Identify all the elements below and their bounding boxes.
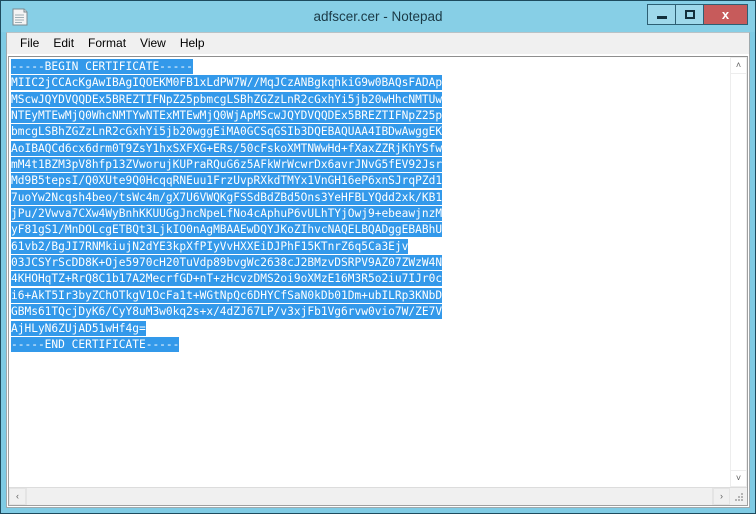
- text-line: 7uoYw2Ncqsh4beo/tsWc4m/gX7U6VWQKgFSSdBdZ…: [11, 189, 729, 206]
- maximize-icon: [684, 10, 695, 19]
- selected-text: bmcgLSBhZGZzLnR2cGxhYi5jb20wggEiMA0GCSqG…: [11, 124, 443, 140]
- horizontal-scrollbar-track[interactable]: [26, 488, 713, 505]
- selected-text: -----END CERTIFICATE-----: [11, 336, 180, 352]
- selected-text: AoIBAQCd6cx6drm0T9ZsY1hxSXFXG+ERs/50cFsk…: [11, 140, 443, 156]
- editor-region: -----BEGIN CERTIFICATE----- MIIC2jCCAcKgA…: [8, 56, 748, 506]
- window-client-area: File Edit Format View Help -----BEGIN CE…: [6, 32, 750, 508]
- text-line: bmcgLSBhZGZzLnR2cGxhYi5jb20wggEiMA0GCSqG…: [11, 124, 729, 140]
- scroll-down-button[interactable]: ˅: [730, 470, 747, 487]
- window-title: adfscer.cer - Notepad: [313, 9, 443, 24]
- resize-grip[interactable]: [730, 488, 747, 505]
- text-line: mM4t1BZM3pV8hfp13ZVworujKUPraRQuG6z5AFkW…: [11, 157, 729, 173]
- maximize-button[interactable]: [675, 4, 704, 25]
- vertical-scrollbar[interactable]: ˄ ˅: [729, 57, 747, 487]
- vertical-scrollbar-track[interactable]: [730, 74, 747, 470]
- close-button[interactable]: x: [703, 4, 748, 25]
- selected-text: Md9B5tepsI/Q0XUte9Q0HcqqRNEuu1FrzUvpRXkd…: [11, 173, 443, 189]
- text-line: GBMs61TQcjDyK6/CyY8uM3w0kq2s+x/4dZJ67LP/…: [11, 304, 729, 320]
- scroll-left-button[interactable]: ‹: [9, 488, 26, 505]
- selected-text: MScwJQYDVQQDEx5BREZTIFNpZ25pbmcgLSBhZGZz…: [11, 91, 443, 107]
- selected-text: 61vb2/BgJI7RNMkiujN2dYE3kpXfPIyVvHXXEiDJ…: [11, 238, 409, 254]
- notepad-document-icon: [12, 8, 28, 26]
- text-line: MIIC2jCCAcKgAwIBAgIQOEKM0FB1xLdPW7W//MqJ…: [11, 75, 729, 91]
- selected-text: 7uoYw2Ncqsh4beo/tsWc4m/gX7U6VWQKgFSSdBdZ…: [11, 189, 443, 205]
- selected-text: AjHLyN6ZUjAD51wHf4g=: [11, 320, 146, 336]
- selected-text: MIIC2jCCAcKgAwIBAgIQOEKM0FB1xLdPW7W//MqJ…: [11, 75, 443, 91]
- notepad-window: adfscer.cer - Notepad x File Edit Format…: [0, 0, 756, 514]
- selected-text: GBMs61TQcjDyK6/CyY8uM3w0kq2s+x/4dZJ67LP/…: [11, 304, 443, 320]
- text-line: -----END CERTIFICATE-----: [11, 336, 729, 353]
- text-line: jPu/2Vwva7CXw4WyBnhKKUUGgJncNpeLfNo4cAph…: [11, 206, 729, 222]
- text-line: AoIBAQCd6cx6drm0T9ZsY1hxSXFXG+ERs/50cFsk…: [11, 140, 729, 157]
- selected-text: NTEyMTEwMjQ0WhcNMTYwNTExMTEwMjQ0WjApMScw…: [11, 108, 443, 124]
- text-line: Md9B5tepsI/Q0XUte9Q0HcqqRNEuu1FrzUvpRXkd…: [11, 173, 729, 189]
- caption-button-group: x: [647, 4, 748, 26]
- text-line: 03JCSYrScDD8K+Oje5970cH20TuVdp89bvgWc263…: [11, 255, 729, 271]
- text-line: -----BEGIN CERTIFICATE-----: [11, 59, 729, 75]
- horizontal-scrollbar[interactable]: ‹ ›: [9, 487, 747, 505]
- selected-text: i6+AkT5Ir3byZChOTkgV1OcFa1t+WGtNpQc6DHYC…: [11, 287, 443, 303]
- scroll-right-button[interactable]: ›: [713, 488, 730, 505]
- minimize-icon: [656, 16, 667, 19]
- menu-bar: File Edit Format View Help: [7, 33, 749, 55]
- text-line: MScwJQYDVQQDEx5BREZTIFNpZ25pbmcgLSBhZGZz…: [11, 91, 729, 108]
- menu-item-edit[interactable]: Edit: [46, 34, 81, 53]
- selected-text: mM4t1BZM3pV8hfp13ZVworujKUPraRQuG6z5AFkW…: [11, 157, 443, 173]
- text-line: AjHLyN6ZUjAD51wHf4g=: [11, 320, 729, 337]
- menu-item-format[interactable]: Format: [81, 34, 133, 53]
- close-icon: x: [721, 7, 730, 22]
- editor-row: -----BEGIN CERTIFICATE----- MIIC2jCCAcKgA…: [9, 57, 747, 487]
- selected-text: jPu/2Vwva7CXw4WyBnhKKUUGgJncNpeLfNo4cAph…: [11, 206, 443, 222]
- text-line: 61vb2/BgJI7RNMkiujN2dYE3kpXfPIyVvHXXEiDJ…: [11, 238, 729, 255]
- text-editor[interactable]: -----BEGIN CERTIFICATE----- MIIC2jCCAcKgA…: [9, 57, 729, 487]
- text-line: i6+AkT5Ir3byZChOTkgV1OcFa1t+WGtNpQc6DHYC…: [11, 287, 729, 304]
- text-line: 4KHOHqTZ+RrQ8C1b17A2MecrfGD+nT+zHcvzDMS2…: [11, 271, 729, 287]
- selected-text: yF81gS1/MnDOLcgETBQt3LjkIO0nAgMBAAEwDQYJ…: [11, 222, 443, 238]
- selected-text: 03JCSYrScDD8K+Oje5970cH20TuVdp89bvgWc263…: [11, 255, 443, 271]
- text-line: yF81gS1/MnDOLcgETBQt3LjkIO0nAgMBAAEwDQYJ…: [11, 222, 729, 238]
- menu-item-view[interactable]: View: [133, 34, 173, 53]
- minimize-button[interactable]: [647, 4, 676, 25]
- selected-text: 4KHOHqTZ+RrQ8C1b17A2MecrfGD+nT+zHcvzDMS2…: [11, 271, 443, 287]
- title-bar[interactable]: adfscer.cer - Notepad x: [1, 1, 755, 32]
- menu-item-help[interactable]: Help: [173, 34, 212, 53]
- text-line: NTEyMTEwMjQ0WhcNMTYwNTExMTEwMjQ0WjApMScw…: [11, 108, 729, 124]
- menu-item-file[interactable]: File: [13, 34, 46, 53]
- selected-text: -----BEGIN CERTIFICATE-----: [11, 59, 193, 74]
- scroll-up-button[interactable]: ˄: [730, 57, 747, 74]
